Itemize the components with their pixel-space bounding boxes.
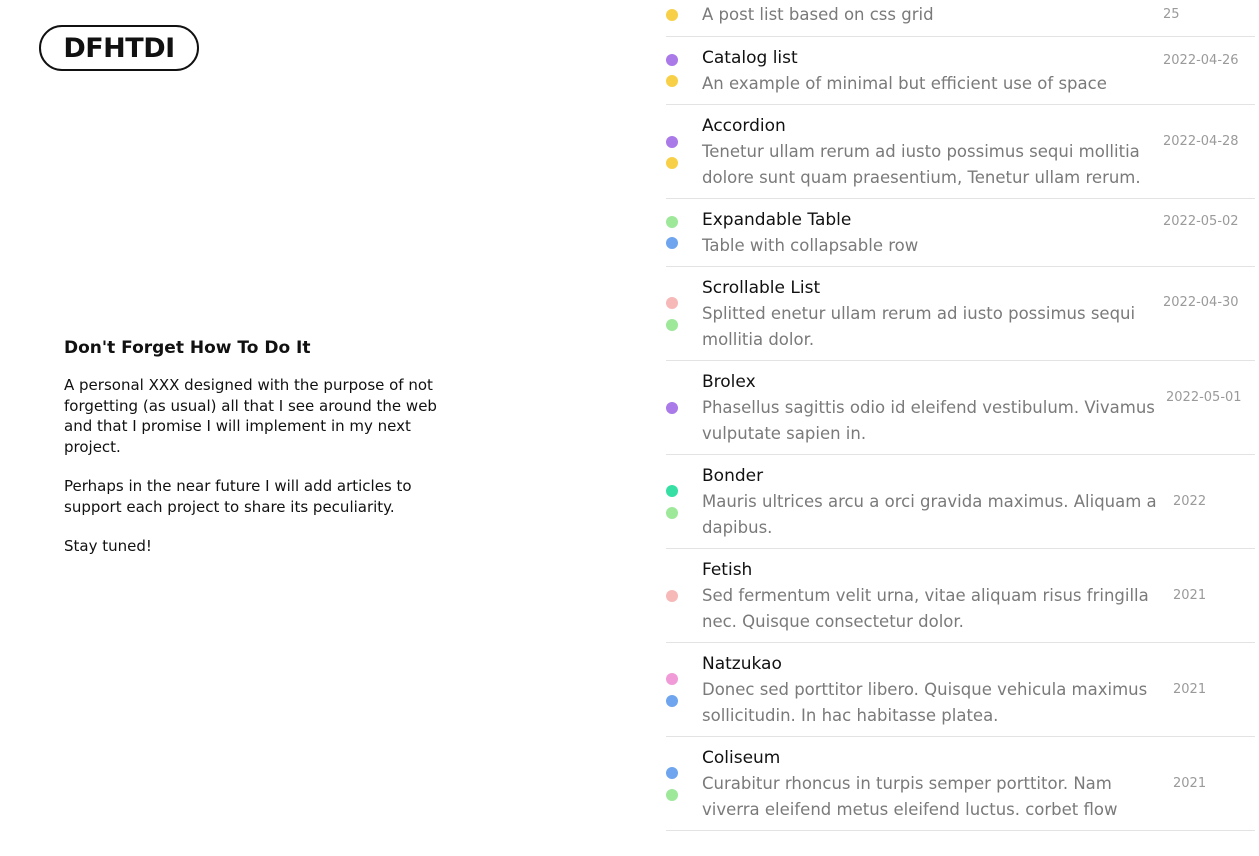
list-item-title: Expandable Table xyxy=(702,210,852,230)
list-item-title: Coliseum xyxy=(702,748,781,768)
list-item-title: Bonder xyxy=(702,466,764,486)
list-item-date: 2022 xyxy=(1173,494,1207,509)
list-item[interactable]: Coliseum Curabitur rhoncus in turpis sem… xyxy=(666,737,1255,831)
list-item-date: 25 xyxy=(1163,7,1180,22)
tag-dot xyxy=(666,402,678,414)
tag-dot xyxy=(666,75,678,87)
list-item[interactable]: Catalog list An example of minimal but e… xyxy=(666,37,1255,105)
intro-paragraph: A personal XXX designed with the purpose… xyxy=(64,376,437,456)
logo[interactable]: DFHTDI xyxy=(39,25,199,71)
list-item-description: Mauris ultrices arcu a orci gravida maxi… xyxy=(702,492,1157,537)
list-item[interactable]: Brolex Phasellus sagittis odio id eleife… xyxy=(666,361,1255,455)
list-item-description: Tenetur ullam rerum ad iusto possimus se… xyxy=(702,142,1141,187)
tag-dots xyxy=(666,0,678,36)
list-item[interactable]: Accordion Tenetur ullam rerum ad iusto p… xyxy=(666,105,1255,199)
list-item-date: 2022-05-01 xyxy=(1166,390,1242,405)
tag-dot xyxy=(666,507,678,519)
list-item-date: 2022-04-30 xyxy=(1163,295,1239,310)
list-item-description: An example of minimal but efficient use … xyxy=(702,74,1107,93)
list-item[interactable]: Scrollable List Splitted enetur ullam re… xyxy=(666,267,1255,361)
page: DFHTDI Don't Forget How To Do It A perso… xyxy=(0,0,1259,856)
tag-dots xyxy=(666,267,678,360)
tag-dot xyxy=(666,297,678,309)
tag-dots xyxy=(666,549,678,642)
intro-title: Don't Forget How To Do It xyxy=(64,338,311,358)
list-item-title: Brolex xyxy=(702,372,756,392)
tag-dots xyxy=(666,643,678,736)
list-item-description: Phasellus sagittis odio id eleifend vest… xyxy=(702,398,1155,443)
list-item-title: Natzukao xyxy=(702,654,782,674)
tag-dot xyxy=(666,237,678,249)
list-item-description: A post list based on css grid xyxy=(702,5,934,24)
tag-dot xyxy=(666,54,678,66)
list-item[interactable]: Fetish Sed fermentum velit urna, vitae a… xyxy=(666,549,1255,643)
logo-text: DFHTDI xyxy=(63,32,175,64)
intro-paragraph: Stay tuned! xyxy=(64,537,152,555)
tag-dot xyxy=(666,216,678,228)
tag-dot xyxy=(666,485,678,497)
tag-dot xyxy=(666,767,678,779)
tag-dots xyxy=(666,37,678,104)
tag-dot xyxy=(666,789,678,801)
list-item-date: 2022-04-28 xyxy=(1163,134,1239,149)
list-item-title: Catalog list xyxy=(702,48,798,68)
tag-dot xyxy=(666,319,678,331)
tag-dot xyxy=(666,695,678,707)
list-item[interactable]: Natzukao Donec sed porttitor libero. Qui… xyxy=(666,643,1255,737)
list-item-date: 2021 xyxy=(1173,682,1207,697)
list-item-date: 2022-04-26 xyxy=(1163,53,1239,68)
tag-dot xyxy=(666,9,678,21)
list-item-date: 2021 xyxy=(1173,588,1207,603)
tag-dots xyxy=(666,105,678,198)
list-item-description: Curabitur rhoncus in turpis semper portt… xyxy=(702,774,1118,819)
list-item[interactable]: Bonder Mauris ultrices arcu a orci gravi… xyxy=(666,455,1255,549)
tag-dots xyxy=(666,737,678,830)
list-item-date: 2022-05-02 xyxy=(1163,214,1239,229)
intro-section: Don't Forget How To Do It A personal XXX… xyxy=(64,336,464,576)
list-item[interactable]: Expandable Table Table with collapsable … xyxy=(666,199,1255,267)
tag-dots xyxy=(666,199,678,266)
list-item[interactable]: A post list based on css grid 25 xyxy=(666,0,1255,37)
tag-dot xyxy=(666,673,678,685)
list-item-description: Table with collapsable row xyxy=(702,236,919,255)
list-item-title: Scrollable List xyxy=(702,278,821,298)
list-item-description: Splitted enetur ullam rerum ad iusto pos… xyxy=(702,304,1136,349)
tag-dot xyxy=(666,157,678,169)
tag-dot xyxy=(666,590,678,602)
tag-dot xyxy=(666,136,678,148)
tag-dots xyxy=(666,361,678,454)
intro-paragraph: Perhaps in the near future I will add ar… xyxy=(64,477,412,516)
tag-dots xyxy=(666,455,678,548)
list-item-title: Accordion xyxy=(702,116,786,136)
list-item-description: Sed fermentum velit urna, vitae aliquam … xyxy=(702,586,1149,631)
list-item-title: Fetish xyxy=(702,560,753,580)
list-item-description: Donec sed porttitor libero. Quisque vehi… xyxy=(702,680,1148,725)
list-item-date: 2021 xyxy=(1173,776,1207,791)
